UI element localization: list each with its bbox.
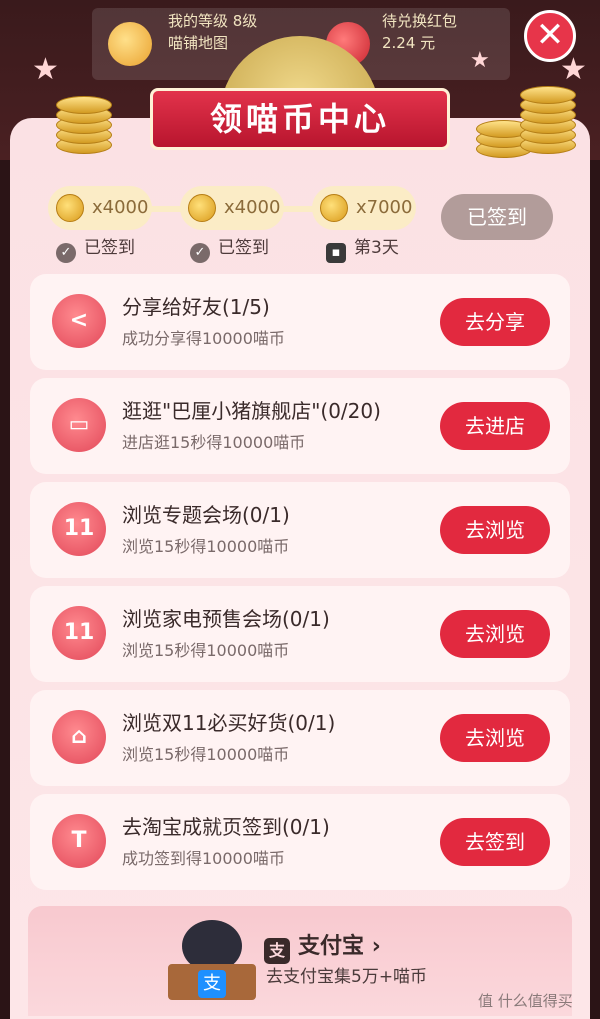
level-avatar-icon — [108, 22, 152, 66]
task-subtitle: 浏览15秒得10000喵币 — [122, 745, 290, 764]
checkin-day-3: x7000 — [312, 186, 416, 230]
task-card: 11 浏览家电预售会场(0/1) 浏览15秒得10000喵币 去浏览 — [30, 586, 570, 682]
map-text: 喵铺地图 — [168, 34, 229, 52]
checkin-task-button[interactable]: 去签到 — [440, 818, 550, 866]
check-icon: ✓ — [56, 243, 76, 263]
signed-in-button[interactable]: 已签到 — [441, 194, 553, 240]
visit-store-button[interactable]: 去进店 — [440, 402, 550, 450]
task-subtitle: 进店逛15秒得10000喵币 — [122, 433, 306, 452]
share-button[interactable]: 去分享 — [440, 298, 550, 346]
task-title: 逛逛"巴厘小猪旗舰店"(0/20) — [122, 399, 381, 423]
task-title: 浏览家电预售会场(0/1) — [122, 607, 330, 631]
task-subtitle: 成功分享得10000喵币 — [122, 329, 285, 348]
alipay-logo-icon: 支 — [264, 938, 290, 964]
star-icon: ★ — [470, 48, 490, 73]
coin-icon — [56, 194, 84, 222]
lock-icon: ▪ — [326, 243, 346, 263]
checkin-status-3: ▪ 第3天 — [326, 238, 399, 263]
chevron-right-icon: › — [371, 934, 381, 959]
shirt-icon: T — [52, 814, 106, 868]
task-card: ▭ 逛逛"巴厘小猪旗舰店"(0/20) 进店逛15秒得10000喵币 去进店 — [30, 378, 570, 474]
checkin-reward: x4000 — [224, 197, 281, 218]
bag-icon: ⌂ — [52, 710, 106, 764]
alipay-logo-text: 支付宝 — [298, 934, 365, 959]
tmall-cat-icon: 支 — [162, 920, 262, 1000]
task-subtitle: 浏览15秒得10000喵币 — [122, 641, 290, 660]
status-text: 已签到 — [218, 238, 269, 258]
coin-stack-icon — [56, 92, 116, 154]
level-info[interactable]: 我的等级 8级 喵铺地图 — [168, 10, 257, 54]
status-text: 已签到 — [84, 238, 135, 258]
shop-icon: ▭ — [52, 398, 106, 452]
task-title: 分享给好友(1/5) — [122, 295, 270, 319]
coin-icon — [188, 194, 216, 222]
task-subtitle: 成功签到得10000喵币 — [122, 849, 285, 868]
browse-button[interactable]: 去浏览 — [440, 506, 550, 554]
task-title: 浏览双11必买好货(0/1) — [122, 711, 336, 735]
task-subtitle: 浏览15秒得10000喵币 — [122, 537, 290, 556]
double11-icon: 11 — [52, 606, 106, 660]
alipay-description: 去支付宝集5万+喵币 — [266, 967, 428, 987]
redpack-info[interactable]: 待兑换红包 2.24 元 — [382, 10, 457, 54]
checkin-reward: x7000 — [356, 197, 413, 218]
page-title: 领喵币中心 — [150, 88, 450, 150]
browse-button[interactable]: 去浏览 — [440, 610, 550, 658]
checkin-day-2: x4000 — [180, 186, 284, 230]
checkin-day-1: x4000 — [48, 186, 152, 230]
status-text: 第3天 — [354, 238, 399, 258]
task-title: 去淘宝成就页签到(0/1) — [122, 815, 330, 839]
alipay-badge-icon: 支 — [198, 970, 226, 998]
checkin-progress: x4000 x4000 x7000 ✓ 已签到 ✓ 已签到 ▪ 第3天 — [48, 182, 428, 263]
share-icon: < — [52, 294, 106, 348]
task-title: 浏览专题会场(0/1) — [122, 503, 290, 527]
coin-stack-icon — [476, 76, 586, 158]
browse-button[interactable]: 去浏览 — [440, 714, 550, 762]
redpack-text: 待兑换红包 — [382, 12, 458, 30]
task-card: T 去淘宝成就页签到(0/1) 成功签到得10000喵币 去签到 — [30, 794, 570, 890]
watermark: 值 什么值得买 — [478, 992, 573, 1010]
star-icon: ★ — [32, 52, 59, 87]
task-card: ⌂ 浏览双11必买好货(0/1) 浏览15秒得10000喵币 去浏览 — [30, 690, 570, 786]
alipay-logo: 支支付宝 › — [264, 928, 381, 964]
double11-icon: 11 — [52, 502, 106, 556]
checkin-status-1: ✓ 已签到 — [56, 238, 135, 263]
task-card: < 分享给好友(1/5) 成功分享得10000喵币 去分享 — [30, 274, 570, 370]
level-text: 我的等级 8级 — [168, 12, 258, 30]
task-card: 11 浏览专题会场(0/1) 浏览15秒得10000喵币 去浏览 — [30, 482, 570, 578]
coin-icon — [320, 194, 348, 222]
redpack-amount: 2.24 元 — [382, 34, 436, 52]
check-icon: ✓ — [190, 243, 210, 263]
checkin-status-2: ✓ 已签到 — [190, 238, 269, 263]
checkin-reward: x4000 — [92, 197, 149, 218]
